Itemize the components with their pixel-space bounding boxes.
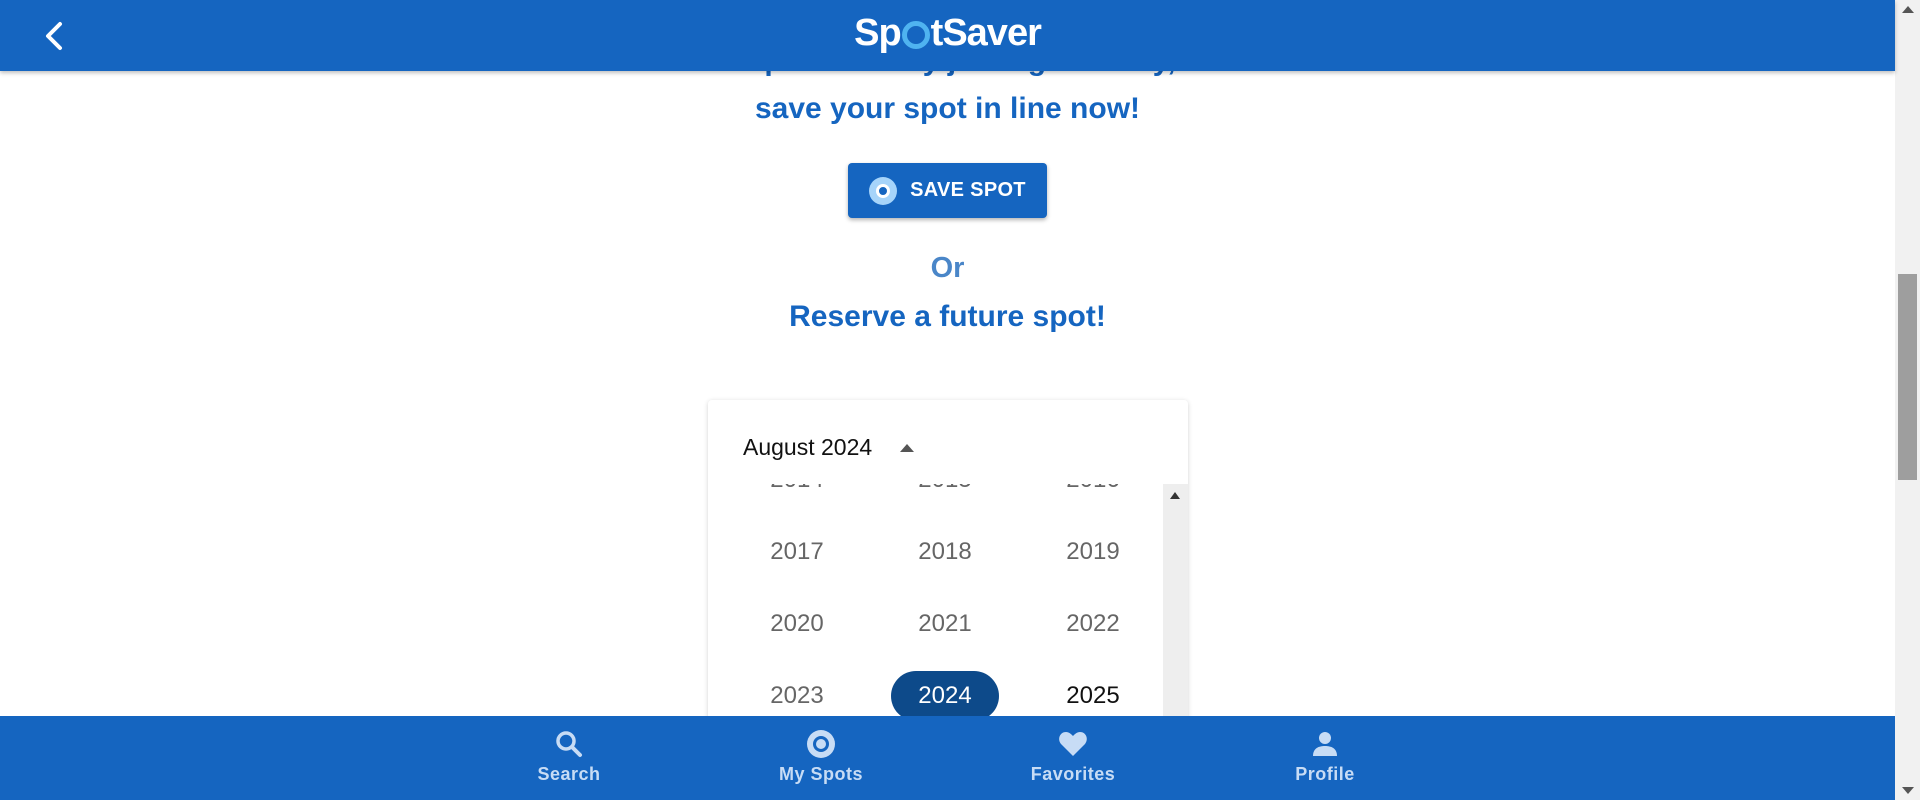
year-option[interactable]: 2016	[1019, 484, 1163, 516]
scroll-up-icon[interactable]	[1902, 6, 1914, 13]
year-option-label: 2014	[743, 484, 851, 505]
nav-favorites-label: Favorites	[1030, 764, 1116, 784]
nav-search-label: Search	[537, 764, 601, 784]
page-scrollbar[interactable]	[1895, 0, 1920, 800]
year-option-label: 2025	[1066, 682, 1120, 709]
year-option-label: 2017	[770, 538, 824, 565]
logo-text-start: Sp	[854, 12, 902, 54]
scroll-up-arrow-icon[interactable]	[1170, 492, 1180, 499]
scroll-down-icon[interactable]	[1902, 787, 1914, 794]
year-option[interactable]: 2019	[1019, 516, 1163, 588]
save-spot-button[interactable]: SAVE SPOT	[848, 163, 1047, 218]
month-label: August 2024	[743, 434, 873, 460]
month-year-header[interactable]: August 2024	[743, 434, 915, 461]
target-icon	[869, 176, 898, 205]
headline: save your spot in line now!	[754, 92, 1141, 125]
logo-text-end: tSaver	[930, 12, 1042, 54]
year-option-label: 2016	[1039, 484, 1147, 505]
caret-up-icon[interactable]	[900, 443, 915, 452]
logo-o-icon	[901, 21, 930, 49]
year-option-label: 2022	[1066, 610, 1120, 637]
year-option-label: 2015	[891, 484, 999, 505]
year-option-label: 2018	[918, 538, 972, 565]
nav-profile-label: Profile	[1295, 764, 1355, 784]
nav-favorites[interactable]: Favorites	[1013, 728, 1133, 785]
nav-search[interactable]: Search	[509, 728, 629, 785]
year-option[interactable]: 2018	[871, 516, 1019, 588]
year-option[interactable]: 2020	[723, 588, 871, 660]
year-list-scrollbar[interactable]	[1163, 484, 1188, 716]
scrollbar-thumb[interactable]	[1898, 274, 1917, 480]
year-option[interactable]: 2021	[871, 588, 1019, 660]
year-option[interactable]: 2024	[871, 660, 1019, 716]
year-option-label: 2024	[891, 671, 999, 716]
heart-icon	[1059, 732, 1087, 756]
year-option[interactable]: 2025	[1019, 660, 1163, 716]
nav-profile[interactable]: Profile	[1265, 728, 1385, 785]
year-option[interactable]: 2022	[1019, 588, 1163, 660]
year-option[interactable]: 2017	[723, 516, 871, 588]
year-option[interactable]: 2015	[871, 484, 1019, 516]
main-content: Skip the line by joining virtually, save…	[0, 0, 1895, 716]
top-app-bar: Sp tSaver	[0, 0, 1895, 71]
year-option-label: 2023	[770, 682, 824, 709]
year-option-label: 2019	[1066, 538, 1120, 565]
save-spot-label: SAVE SPOT	[910, 179, 1026, 201]
year-option[interactable]: 2014	[723, 484, 871, 516]
year-list: 2014 2015 2016 2017 2018 2019 2020 2021 2022 2023…	[708, 484, 1163, 716]
year-grid: 2014 2015 2016 2017 2018 2019 2020 2021 2022 2023…	[723, 484, 1163, 716]
target-icon	[807, 730, 835, 758]
person-icon	[1313, 732, 1337, 756]
nav-my-spots-label: My Spots	[778, 764, 863, 784]
year-option[interactable]: 2023	[723, 660, 871, 716]
bottom-navigation: Search My Spots Favorites Profile	[0, 716, 1895, 800]
date-picker: August 2024 2014 2015 2016 2017 2018 2019 2020…	[708, 400, 1188, 716]
or-text: Or	[930, 252, 965, 284]
spotsaver-logo: Sp tSaver	[0, 12, 1895, 55]
nav-my-spots[interactable]: My Spots	[761, 728, 881, 785]
year-option-label: 2020	[770, 610, 824, 637]
year-option-label: 2021	[918, 610, 972, 637]
search-icon	[556, 731, 582, 757]
reserve-text: Reserve a future spot!	[789, 300, 1106, 333]
